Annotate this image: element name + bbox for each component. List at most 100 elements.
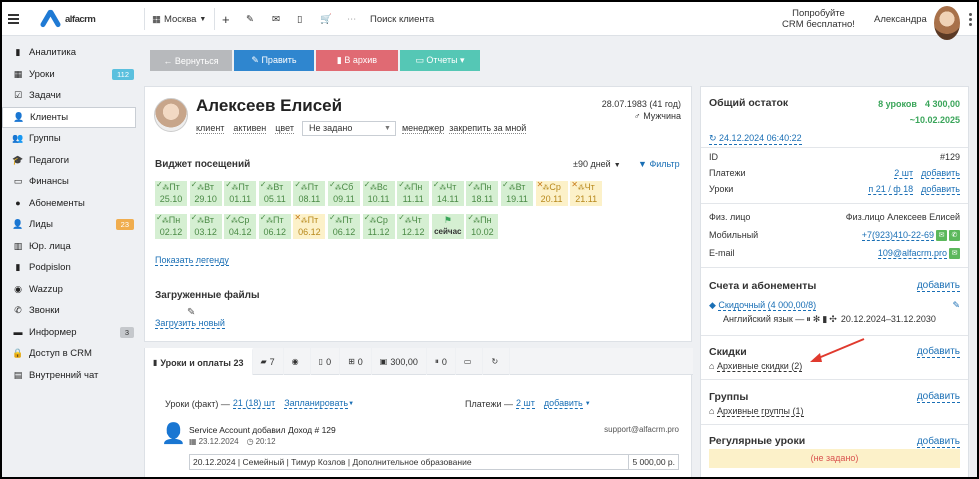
add-discount-link[interactable]: добавить — [916, 346, 960, 358]
sidebar-item-16[interactable]: ▤ Внутренний чат — [2, 365, 136, 387]
attendance-cell[interactable]: ✓ ⁂Пн 11.11 — [397, 180, 430, 206]
search-input[interactable]: Поиск клиента — [370, 2, 550, 36]
lessons-value-link[interactable]: п 21 / ф 18 — [868, 184, 914, 195]
sidebar-item-14[interactable]: ▬ Информер 3 — [2, 322, 136, 344]
attendance-cell[interactable]: ✓ ⁂Чт 14.11 — [431, 180, 464, 206]
upload-link[interactable]: Загрузить новый — [155, 318, 225, 329]
attendance-cell[interactable]: ✓ ⁂Вт 05.11 — [258, 180, 291, 206]
toolbar: ← Вернуться ✎ Править ▮ В архив ▭ Отчеты… — [150, 50, 482, 71]
more-icon[interactable] — [968, 2, 972, 36]
avatar[interactable] — [934, 6, 960, 40]
payments-value-link[interactable]: 2 шт — [894, 168, 914, 179]
sidebar-item-9[interactable]: 👤 Лиды 23 — [2, 214, 136, 236]
wrench-icon[interactable]: ✎ — [246, 2, 254, 36]
sidebar-item-6[interactable]: 🎓 Педагоги — [2, 150, 136, 172]
menu-icon[interactable] — [8, 2, 22, 36]
attendance-cell[interactable]: ✕ ⁂Чт 21.11 — [570, 180, 603, 206]
manager-link[interactable]: менеджер — [401, 123, 445, 134]
sidebar-item-5[interactable]: 👥 Группы — [2, 128, 136, 150]
attendance-cell[interactable]: ✓ ⁂Вт 03.12 — [189, 213, 222, 239]
attendance-cell[interactable]: ✓ ⁂Ср 11.12 — [362, 213, 395, 239]
mobile-value-link[interactable]: +7(923)410-22-69 — [861, 230, 934, 241]
attendance-cell[interactable]: ✓ ⁂Вт 29.10 — [189, 180, 222, 206]
attendance-cell[interactable]: ✕ ⁂Ср 20.11 — [535, 180, 568, 206]
lessons-tab-7[interactable]: ⏸ 0 — [427, 348, 456, 375]
tag-active[interactable]: активен — [233, 123, 267, 134]
reports-button[interactable]: ▭ Отчеты ▾ — [400, 50, 480, 71]
archive-button[interactable]: ▮ В архив — [316, 50, 398, 71]
lessons-tab-6[interactable]: ▣ 300,00 — [372, 348, 427, 375]
pay-value-link[interactable]: 2 шт — [516, 398, 535, 409]
lessons-tab-3[interactable]: ◉ — [284, 348, 311, 375]
sidebar-item-3[interactable]: ☑ Задачи — [2, 85, 136, 107]
lessons-tab-8[interactable]: ▭ — [456, 348, 484, 375]
lessons-tab-2[interactable]: ▰ 7 — [253, 348, 284, 375]
logo[interactable]: alfacrm — [39, 2, 96, 36]
sidebar-item-7[interactable]: ▭ Финансы — [2, 171, 136, 193]
sidebar-item-4[interactable]: 👤 Клиенты — [2, 106, 136, 128]
attendance-cell[interactable]: ✓ ⁂Ср 04.12 — [224, 213, 257, 239]
filter-button[interactable]: ▼ Фильтр — [638, 159, 680, 169]
mail-icon[interactable]: ✉ — [272, 2, 280, 36]
add-payment-link[interactable]: добавить — [543, 398, 583, 409]
attendance-cell[interactable]: ✓ ⁂Пт 25.10 — [155, 180, 187, 206]
attendance-cell[interactable]: ✓ ⁂Пт 06.12 — [258, 213, 291, 239]
plus-icon[interactable]: + — [222, 2, 230, 36]
fact-value-link[interactable]: 21 (18) шт — [232, 398, 276, 409]
edit-subscription-icon[interactable]: ✎ — [952, 300, 960, 311]
subscription-item[interactable]: ◆ Скидочный (4 000,00/8) — [709, 300, 817, 311]
balance-datetime[interactable]: ↻ 24.12.2024 06:40:22 — [709, 133, 802, 145]
add-lesson-link[interactable]: добавить — [921, 184, 960, 195]
phone-icon[interactable]: ▯ — [297, 2, 302, 36]
call-icon[interactable]: ✆ — [949, 229, 960, 241]
attendance-cell[interactable]: ✕ ⁂Пт 06.12 — [293, 213, 326, 239]
add-group-link[interactable]: добавить — [916, 391, 960, 403]
show-legend-link[interactable]: Показать легенду — [155, 255, 229, 266]
edit-button[interactable]: ✎ Править — [234, 50, 314, 71]
client-avatar[interactable] — [154, 98, 188, 132]
sidebar-item-11[interactable]: ▮ Podpislon — [2, 257, 136, 279]
sidebar-item-2[interactable]: ▦ Уроки 112 — [2, 64, 136, 86]
period-select[interactable]: ±90 дней ▼ — [573, 159, 621, 169]
sidebar-item-8[interactable]: ● Абонементы — [2, 193, 136, 215]
attendance-cell[interactable]: ✓ ⁂Вс 10.11 — [362, 180, 395, 206]
status-select[interactable]: Не задано ▼ — [301, 121, 396, 136]
tag-client[interactable]: клиент — [196, 123, 225, 134]
sidebar-item-1[interactable]: ▮ Аналитика — [2, 42, 136, 64]
back-button[interactable]: ← Вернуться — [150, 50, 232, 71]
pin-link[interactable]: закрепить за мной — [449, 123, 527, 134]
add-subscription-link[interactable]: добавить — [916, 280, 960, 292]
attendance-cell[interactable]: ✓ ⁂Сб 09.11 — [328, 180, 360, 206]
user-name[interactable]: Александра — [874, 2, 927, 36]
sidebar-item-15[interactable]: 🔒 Доступ в CRM — [2, 343, 136, 365]
mail-icon[interactable]: ✉ — [949, 247, 960, 259]
city-selector[interactable]: ▦ Москва ▼ — [152, 2, 206, 36]
archived-discounts-link[interactable]: ⌂ Архивные скидки (2) — [709, 361, 803, 372]
sidebar-item-12[interactable]: ◉ Wazzup — [2, 279, 136, 301]
attendance-cell[interactable]: ⚑ сейчас — [431, 214, 464, 239]
attendance-cell[interactable]: ✓ ⁂Пн 18.11 — [466, 180, 499, 206]
attendance-cell[interactable]: ✓ ⁂Пн 10.02 — [466, 213, 499, 239]
archived-groups-link[interactable]: ⌂ Архивные группы (1) — [709, 406, 804, 417]
lessons-tab-5[interactable]: ⊞ 0 — [340, 348, 372, 375]
cart-icon[interactable]: 🛒 — [320, 2, 332, 36]
attendance-cell[interactable]: ✓ ⁂Пт 08.11 — [293, 180, 326, 206]
tag-color[interactable]: цвет — [275, 123, 294, 134]
attendance-cell[interactable]: ✓ ⁂Чт 12.12 — [397, 213, 430, 239]
sidebar-item-13[interactable]: ✆ Звонки — [2, 300, 136, 322]
sms-icon[interactable]: ✉ — [936, 229, 947, 241]
lessons-tab-4[interactable]: ▯ 0 — [311, 348, 341, 375]
cross-icon: ✕ — [536, 180, 544, 189]
lessons-tab-9[interactable]: ↻ — [483, 348, 511, 375]
attendance-cell[interactable]: ✓ ⁂Вт 19.11 — [501, 180, 533, 206]
email-value-link[interactable]: 109@alfacrm.pro — [877, 248, 947, 259]
plan-link[interactable]: Запланировать — [284, 398, 349, 409]
promo-link[interactable]: Попробуйте CRM бесплатно! — [782, 2, 862, 36]
attendance-cell[interactable]: ✓ ⁂Пт 06.12 — [328, 213, 360, 239]
add-regular-link[interactable]: добавить — [916, 436, 960, 448]
add-payment-link[interactable]: добавить — [921, 168, 960, 179]
sidebar-item-10[interactable]: ▥ Юр. лица — [2, 236, 136, 258]
attendance-cell[interactable]: ✓ ⁂Пт 01.11 — [224, 180, 257, 206]
attendance-cell[interactable]: ✓ ⁂Пн 02.12 — [155, 213, 187, 239]
lessons-tab-1[interactable]: ▮ Уроки и оплаты 23 — [145, 348, 253, 375]
